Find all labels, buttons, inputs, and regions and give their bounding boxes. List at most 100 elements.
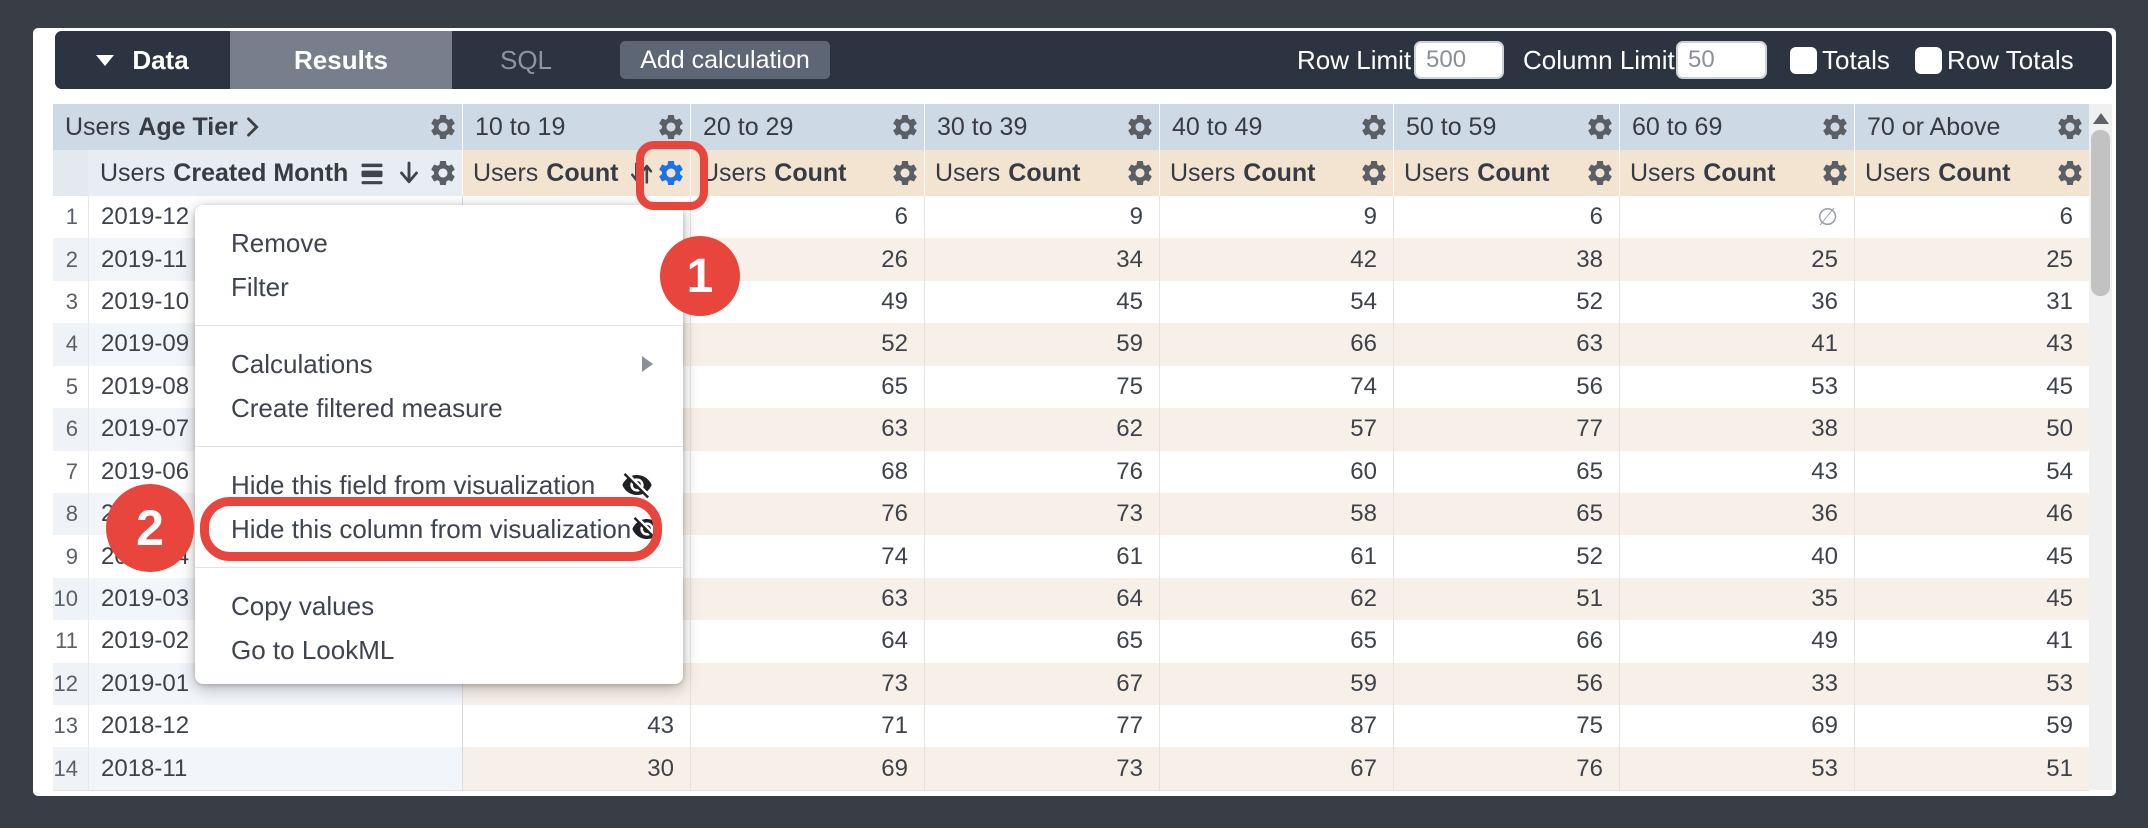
value-cell[interactable]: 30 <box>462 747 690 789</box>
value-cell[interactable]: 65 <box>690 366 924 408</box>
value-cell[interactable]: 34 <box>924 238 1159 280</box>
value-cell[interactable]: 33 <box>1619 663 1854 705</box>
value-cell[interactable]: 77 <box>1393 408 1619 450</box>
measure-header[interactable]: UsersCount <box>1393 150 1619 196</box>
value-cell[interactable]: 63 <box>690 578 924 620</box>
value-cell[interactable]: 59 <box>1854 705 2089 747</box>
measure-header[interactable]: UsersCount <box>1159 150 1393 196</box>
vertical-scrollbar[interactable] <box>2089 104 2112 790</box>
measure-header[interactable]: UsersCount <box>1854 150 2089 196</box>
value-cell[interactable]: 59 <box>1159 663 1393 705</box>
value-cell[interactable]: 56 <box>1393 366 1619 408</box>
pivot-value-header[interactable]: 60 to 69 <box>1619 104 1854 150</box>
value-cell[interactable]: 64 <box>690 620 924 662</box>
value-cell[interactable]: 52 <box>1393 535 1619 577</box>
value-cell[interactable]: 73 <box>924 493 1159 535</box>
value-cell[interactable]: 66 <box>1393 620 1619 662</box>
value-cell[interactable]: 75 <box>924 366 1159 408</box>
value-cell[interactable]: 49 <box>1619 620 1854 662</box>
value-cell[interactable]: 38 <box>1619 408 1854 450</box>
value-cell[interactable]: 6 <box>1393 196 1619 238</box>
gear-icon[interactable] <box>1585 112 1615 142</box>
value-cell[interactable]: 36 <box>1619 281 1854 323</box>
value-cell[interactable]: 25 <box>1854 238 2089 280</box>
value-cell[interactable]: 56 <box>1393 663 1619 705</box>
value-cell[interactable]: 59 <box>924 323 1159 365</box>
value-cell[interactable]: 43 <box>462 705 690 747</box>
value-cell[interactable]: 31 <box>1854 281 2089 323</box>
measure-header[interactable]: UsersCount <box>690 150 924 196</box>
pivot-value-header[interactable]: 70 or Above <box>1854 104 2089 150</box>
value-cell[interactable]: 51 <box>1854 747 2089 789</box>
tab-results[interactable]: Results <box>230 31 452 89</box>
gear-icon[interactable] <box>1359 158 1389 188</box>
value-cell[interactable]: 69 <box>1619 705 1854 747</box>
scrollbar-thumb[interactable] <box>2091 130 2110 296</box>
column-limit-input[interactable] <box>1676 41 1767 79</box>
value-cell[interactable]: 6 <box>690 196 924 238</box>
value-cell[interactable]: 43 <box>1854 323 2089 365</box>
value-cell[interactable]: 75 <box>1393 705 1619 747</box>
value-cell[interactable]: 52 <box>1393 281 1619 323</box>
value-cell[interactable]: 63 <box>1393 323 1619 365</box>
value-cell[interactable]: 61 <box>924 535 1159 577</box>
value-cell[interactable]: 54 <box>1159 281 1393 323</box>
value-cell[interactable]: 60 <box>1159 451 1393 493</box>
value-cell[interactable]: 36 <box>1619 493 1854 535</box>
pivot-value-header[interactable]: 50 to 59 <box>1393 104 1619 150</box>
value-cell[interactable]: 64 <box>924 578 1159 620</box>
measure-header[interactable]: UsersCount <box>1619 150 1854 196</box>
value-cell[interactable]: 54 <box>1854 451 2089 493</box>
month-cell[interactable]: 2018-12 <box>88 705 462 747</box>
value-cell[interactable]: 67 <box>1159 747 1393 789</box>
gear-icon[interactable] <box>2055 112 2085 142</box>
value-cell[interactable]: 42 <box>1159 238 1393 280</box>
gear-icon[interactable] <box>428 112 458 142</box>
value-cell[interactable]: 57 <box>1159 408 1393 450</box>
add-calculation-button[interactable]: Add calculation <box>620 41 830 79</box>
value-cell[interactable]: 65 <box>1393 451 1619 493</box>
value-cell[interactable]: 66 <box>1159 323 1393 365</box>
menu-item-copy-values[interactable]: Copy values <box>195 584 683 628</box>
gear-icon[interactable] <box>1125 112 1155 142</box>
value-cell[interactable]: 43 <box>1619 451 1854 493</box>
menu-item-remove[interactable]: Remove <box>195 221 683 265</box>
value-cell[interactable]: 62 <box>1159 578 1393 620</box>
gear-icon[interactable] <box>656 112 686 142</box>
value-cell[interactable]: 51 <box>1393 578 1619 620</box>
value-cell[interactable]: 65 <box>1393 493 1619 535</box>
gear-icon[interactable] <box>890 158 920 188</box>
tab-sql[interactable]: SQL <box>452 31 600 89</box>
value-cell[interactable]: 45 <box>924 281 1159 323</box>
value-cell[interactable]: 9 <box>1159 196 1393 238</box>
value-cell[interactable]: 52 <box>690 323 924 365</box>
value-cell[interactable]: 53 <box>1619 747 1854 789</box>
value-cell[interactable]: 45 <box>1854 366 2089 408</box>
menu-item-go-to-lookml[interactable]: Go to LookML <box>195 628 683 672</box>
month-cell[interactable]: 2018-11 <box>88 747 462 789</box>
gear-icon[interactable] <box>2055 158 2085 188</box>
value-cell[interactable]: 46 <box>1854 493 2089 535</box>
totals-checkbox[interactable] <box>1790 47 1817 74</box>
value-cell[interactable]: 76 <box>1393 747 1619 789</box>
gear-icon[interactable] <box>1585 158 1615 188</box>
value-cell[interactable]: 74 <box>1159 366 1393 408</box>
value-cell[interactable]: 41 <box>1854 620 2089 662</box>
value-cell[interactable]: 69 <box>690 747 924 789</box>
pivot-value-header[interactable]: 20 to 29 <box>690 104 924 150</box>
dimension-header[interactable]: UsersCreated Month <box>88 150 462 196</box>
row-totals-checkbox[interactable] <box>1915 47 1942 74</box>
pivot-value-header[interactable]: 40 to 49 <box>1159 104 1393 150</box>
value-cell[interactable]: 50 <box>1854 408 2089 450</box>
value-cell[interactable]: 73 <box>924 747 1159 789</box>
value-cell[interactable]: 77 <box>924 705 1159 747</box>
value-cell[interactable]: 40 <box>1619 535 1854 577</box>
pivot-value-header[interactable]: 30 to 39 <box>924 104 1159 150</box>
gear-icon[interactable] <box>428 158 458 188</box>
value-cell[interactable]: 6 <box>1854 196 2089 238</box>
value-cell[interactable]: 38 <box>1393 238 1619 280</box>
gear-icon[interactable] <box>1359 112 1389 142</box>
value-cell[interactable]: 53 <box>1854 663 2089 705</box>
menu-item-create-filtered-measure[interactable]: Create filtered measure <box>195 386 683 430</box>
value-cell[interactable]: ∅ <box>1619 196 1854 238</box>
